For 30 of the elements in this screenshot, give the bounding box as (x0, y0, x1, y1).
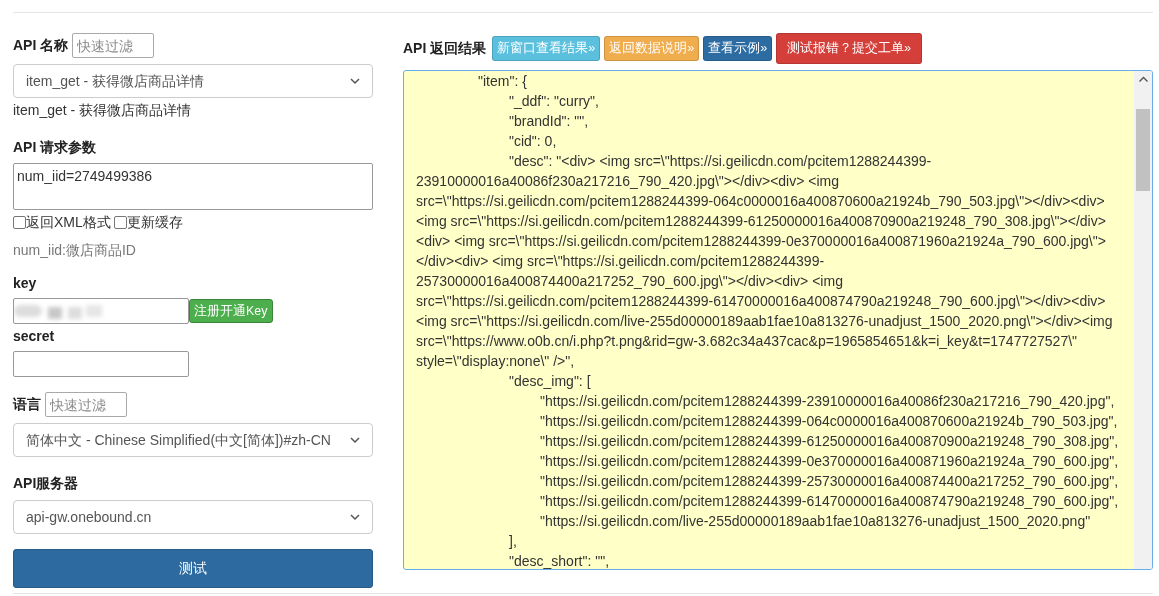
field-label: secret (13, 327, 55, 346)
field-label: API服务器 (13, 474, 79, 493)
scroll-thumb[interactable] (1136, 108, 1150, 191)
field-label: API 请求参数 (13, 138, 97, 157)
dropdown[interactable]: api-gw.onebound.cn (13, 500, 373, 534)
chevron-icon (350, 513, 360, 521)
scroll-up-icon[interactable] (1138, 75, 1148, 82)
checkbox-label[interactable]: 更新缓存 (126, 212, 183, 233)
filter-field[interactable]: 快速过滤 (72, 33, 155, 58)
params-field[interactable]: num_iid=2749499386 (13, 163, 373, 210)
checkbox[interactable] (13, 216, 26, 229)
dropdown[interactable]: item_get - 获得微店商品详情 (13, 64, 373, 98)
scrollbar[interactable] (1134, 70, 1152, 569)
checkbox[interactable] (113, 216, 127, 229)
filter-field[interactable]: 快速过滤 (45, 392, 127, 417)
chevron-icon (350, 77, 360, 85)
field-label: 语言 (13, 395, 41, 414)
test-button[interactable]: 测试 (13, 549, 373, 588)
action-button[interactable]: 查看示例» (703, 36, 773, 61)
chevron-icon (350, 436, 360, 444)
field-label: API 名称 (13, 36, 69, 55)
secret-field[interactable] (13, 351, 189, 377)
checkbox-label[interactable]: 返回XML格式 (26, 212, 111, 233)
action-button[interactable]: 测试报错？提交工单» (776, 33, 923, 64)
api-description: item_get - 获得微店商品详情 (13, 101, 193, 120)
param-hint: num_iid:微店商品ID (13, 241, 137, 260)
key-field[interactable] (13, 298, 189, 324)
result-label: API 返回结果 (403, 38, 487, 58)
dropdown[interactable]: 简体中文 - Chinese Simplified(中文[简体])#zh-CN (13, 423, 373, 457)
field-label: key (13, 274, 37, 293)
